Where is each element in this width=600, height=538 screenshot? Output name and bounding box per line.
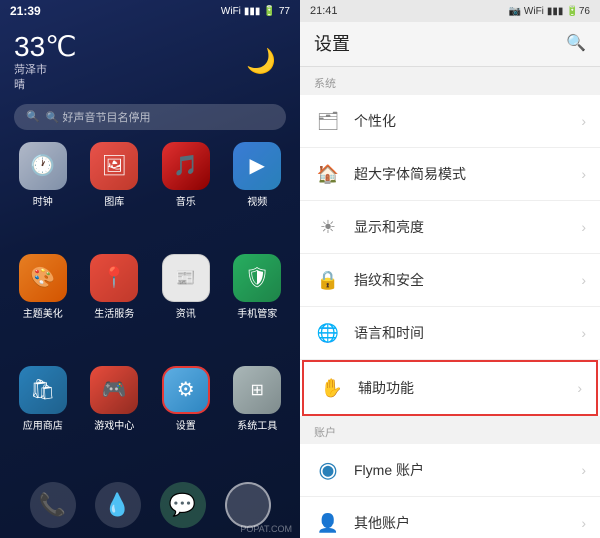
- chevron-icon-5: ›: [581, 325, 586, 341]
- search-icon: 🔍: [26, 110, 40, 123]
- app-video[interactable]: ▶ 视频: [225, 142, 291, 248]
- apps-grid: 🕐 时钟 🖼 图库 🎵 音乐 ▶ 视频 🎨 主题美化 📍 生活服务 📰 资讯: [0, 138, 300, 476]
- app-label-theme: 主题美化: [23, 305, 63, 320]
- app-icon-settings: ⚙: [162, 366, 210, 414]
- accessibility-text: 辅助功能: [358, 378, 577, 398]
- app-icon-manager: 🛡: [233, 254, 281, 302]
- left-status-icons: WiFi ▮▮▮ 🔋 77: [221, 6, 290, 17]
- app-label-gallery: 图库: [104, 193, 124, 208]
- app-music[interactable]: 🎵 音乐: [153, 142, 219, 248]
- chevron-icon-3: ›: [581, 219, 586, 235]
- app-label-news: 资讯: [176, 305, 196, 320]
- settings-fingerprint[interactable]: 🔒 指纹和安全 ›: [300, 254, 600, 307]
- left-status-bar: 21:39 WiFi ▮▮▮ 🔋 77: [0, 0, 300, 22]
- display-icon: ☀: [314, 213, 342, 241]
- app-icon-gallery: 🖼: [90, 142, 138, 190]
- fingerprint-text: 指纹和安全: [354, 270, 581, 290]
- settings-accessibility[interactable]: ✋ 辅助功能 ›: [302, 360, 598, 416]
- app-label-life: 生活服务: [94, 305, 134, 320]
- app-icon-theme: 🎨: [19, 254, 67, 302]
- section-system: 系统: [300, 67, 600, 95]
- app-label-video: 视频: [247, 193, 267, 208]
- settings-scroll[interactable]: 系统 🗂 个性化 › 🏠 超大字体简易模式 › ☀ 显示和亮度 › 🔒 指纹和安…: [300, 67, 600, 538]
- easy-mode-text: 超大字体简易模式: [354, 164, 581, 184]
- weather-area: 33℃ 菏泽市 晴 🌙: [0, 22, 300, 100]
- app-label-music: 音乐: [176, 193, 196, 208]
- chevron-icon-6: ›: [577, 380, 582, 396]
- settings-title: 设置: [314, 30, 350, 56]
- settings-easy-mode[interactable]: 🏠 超大字体简易模式 ›: [300, 148, 600, 201]
- settings-language[interactable]: 🌐 语言和时间 ›: [300, 307, 600, 360]
- system-settings-list: 🗂 个性化 › 🏠 超大字体简易模式 › ☀ 显示和亮度 › 🔒 指纹和安全 ›…: [300, 95, 600, 416]
- language-text: 语言和时间: [354, 323, 581, 343]
- dock-chat[interactable]: 💬: [160, 482, 206, 528]
- app-label-settings: 设置: [176, 417, 196, 432]
- flyme-text: Flyme 账户: [354, 460, 581, 480]
- app-icon-music: 🎵: [162, 142, 210, 190]
- right-panel: 21:41 📷 WiFi ▮▮▮ 🔋76 设置 🔍 系统 🗂 个性化 › 🏠 超…: [300, 0, 600, 538]
- settings-flyme[interactable]: ◉ Flyme 账户 ›: [300, 444, 600, 497]
- left-time: 21:39: [10, 4, 41, 18]
- chevron-icon-2: ›: [581, 166, 586, 182]
- app-news[interactable]: 📰 资讯: [153, 254, 219, 360]
- app-icon-store: 🛍: [19, 366, 67, 414]
- dock-home[interactable]: [225, 482, 271, 528]
- app-label-store: 应用商店: [23, 417, 63, 432]
- left-panel: 21:39 WiFi ▮▮▮ 🔋 77 33℃ 菏泽市 晴 🌙 🔍 🔍 好声音节…: [0, 0, 300, 538]
- search-placeholder: 🔍 好声音节目名停用: [46, 109, 151, 125]
- easy-mode-icon: 🏠: [314, 160, 342, 188]
- settings-personalization[interactable]: 🗂 个性化 ›: [300, 95, 600, 148]
- app-label-manager: 手机管家: [237, 305, 277, 320]
- personalization-text: 个性化: [354, 111, 581, 131]
- right-status-bar: 21:41 📷 WiFi ▮▮▮ 🔋76: [300, 0, 600, 22]
- left-watermark: POPAT.COM: [240, 524, 292, 534]
- fingerprint-icon: 🔒: [314, 266, 342, 294]
- chevron-icon-8: ›: [581, 515, 586, 531]
- accounts-icon: 👤: [314, 509, 342, 537]
- accessibility-icon: ✋: [318, 374, 346, 402]
- app-manager[interactable]: 🛡 手机管家: [225, 254, 291, 360]
- app-store[interactable]: 🛍 应用商店: [10, 366, 76, 472]
- moon-icon: 🌙: [246, 47, 276, 76]
- app-icon-video: ▶: [233, 142, 281, 190]
- chevron-icon: ›: [581, 113, 586, 129]
- app-icon-clock: 🕐: [19, 142, 67, 190]
- dock-browser[interactable]: 💧: [95, 482, 141, 528]
- personalization-icon: 🗂: [314, 107, 342, 135]
- app-icon-tools: ⊞: [233, 366, 281, 414]
- weather-condition: 晴: [14, 79, 25, 91]
- search-bar[interactable]: 🔍 🔍 好声音节目名停用: [14, 104, 286, 130]
- app-icon-game: 🎮: [90, 366, 138, 414]
- chevron-icon-4: ›: [581, 272, 586, 288]
- app-gallery[interactable]: 🖼 图库: [82, 142, 148, 248]
- app-tools[interactable]: ⊞ 系统工具: [225, 366, 291, 472]
- app-clock[interactable]: 🕐 时钟: [10, 142, 76, 248]
- settings-other-accounts[interactable]: 👤 其他账户 ›: [300, 497, 600, 538]
- section-account: 账户: [300, 416, 600, 444]
- accounts-text: 其他账户: [354, 513, 581, 533]
- right-time: 21:41: [310, 5, 338, 17]
- header-search-icon[interactable]: 🔍: [566, 33, 586, 53]
- account-settings-list: ◉ Flyme 账户 › 👤 其他账户 ›: [300, 444, 600, 538]
- app-settings[interactable]: ⚙ 设置: [153, 366, 219, 472]
- app-label-game: 游戏中心: [94, 417, 134, 432]
- display-text: 显示和亮度: [354, 217, 581, 237]
- app-game[interactable]: 🎮 游戏中心: [82, 366, 148, 472]
- flyme-icon: ◉: [314, 456, 342, 484]
- app-icon-news: 📰: [162, 254, 210, 302]
- app-icon-life: 📍: [90, 254, 138, 302]
- settings-display[interactable]: ☀ 显示和亮度 ›: [300, 201, 600, 254]
- temperature: 33℃: [14, 30, 77, 63]
- chevron-icon-7: ›: [581, 462, 586, 478]
- language-icon: 🌐: [314, 319, 342, 347]
- city: 菏泽市: [14, 64, 47, 76]
- app-label-tools: 系统工具: [237, 417, 277, 432]
- app-life[interactable]: 📍 生活服务: [82, 254, 148, 360]
- dock-phone[interactable]: 📞: [30, 482, 76, 528]
- app-label-clock: 时钟: [33, 193, 53, 208]
- app-theme[interactable]: 🎨 主题美化: [10, 254, 76, 360]
- right-header: 设置 🔍: [300, 22, 600, 67]
